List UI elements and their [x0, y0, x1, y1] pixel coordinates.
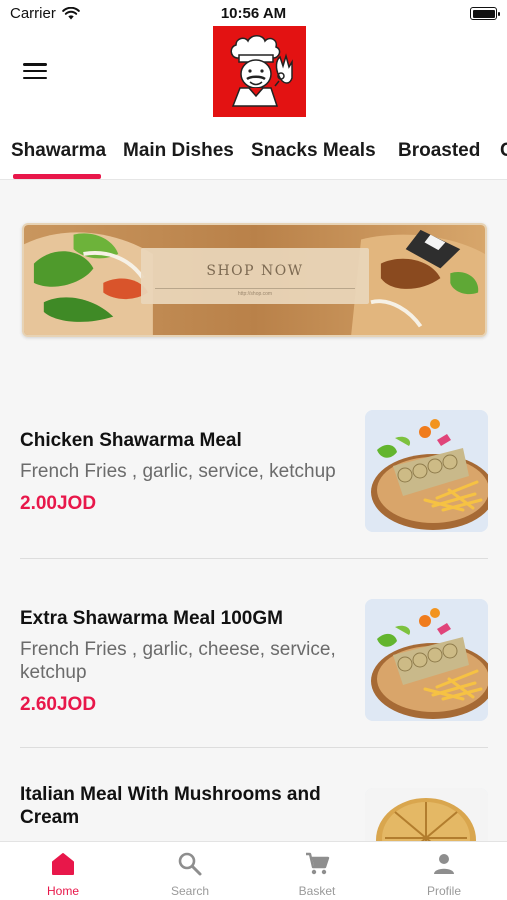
item-image[interactable]: [365, 788, 488, 841]
status-time: 10:56 AM: [220, 5, 287, 22]
nav-profile[interactable]: Profile: [381, 842, 507, 900]
nav-home[interactable]: Home: [0, 842, 126, 900]
nav-basket-label: Basket: [298, 884, 336, 898]
item-name: Italian Meal With Mushrooms and Cream: [20, 784, 321, 828]
active-tab-indicator: [13, 174, 101, 179]
status-bar: Carrier 10:56 AM: [0, 0, 507, 26]
tab-broasted[interactable]: Broasted: [398, 140, 480, 162]
nav-home-label: Home: [46, 884, 79, 898]
banner-url: http://shop.com: [237, 291, 273, 297]
shop-now-text: SHOP NOW: [206, 263, 304, 279]
item-name: Extra Shawarma Meal 100GM: [20, 608, 283, 629]
item-image[interactable]: [365, 410, 488, 532]
app-header: [0, 26, 507, 122]
category-tabs: Shawarma Main Dishes Snacks Meals Broast…: [0, 122, 507, 180]
item-description: French Fries , garlic, cheese, service, …: [20, 639, 336, 683]
home-icon: [52, 853, 74, 875]
bottom-navigation: Home Search Basket Profile: [0, 841, 507, 900]
cart-icon: [306, 852, 330, 875]
tab-main-dishes[interactable]: Main Dishes: [123, 140, 234, 162]
item-name: Chicken Shawarma Meal: [20, 430, 242, 451]
hamburger-icon: [23, 63, 47, 66]
hamburger-menu-button[interactable]: [22, 60, 48, 82]
nav-search-label: Search: [170, 884, 210, 898]
profile-icon: [434, 854, 454, 874]
tab-shawarma[interactable]: Shawarma: [11, 140, 106, 162]
shop-now-label-box: SHOP NOW http://shop.com: [141, 248, 369, 304]
chef-logo: [213, 26, 306, 117]
tab-next-category[interactable]: C: [500, 140, 507, 162]
battery-icon: [470, 7, 500, 20]
item-image[interactable]: [365, 599, 488, 721]
item-divider: [20, 747, 488, 748]
nav-basket[interactable]: Basket: [254, 842, 380, 900]
item-divider: [20, 558, 488, 559]
item-description: French Fries , garlic, service, ketchup: [20, 461, 336, 482]
search-icon: [178, 852, 202, 876]
menu-content[interactable]: SHOP NOW http://shop.com Chicken Shawarm…: [0, 181, 507, 841]
shop-now-banner[interactable]: SHOP NOW http://shop.com: [22, 223, 487, 337]
nav-profile-label: Profile: [426, 884, 461, 898]
nav-search[interactable]: Search: [127, 842, 253, 900]
tab-snacks-meals[interactable]: Snacks Meals: [251, 140, 376, 162]
